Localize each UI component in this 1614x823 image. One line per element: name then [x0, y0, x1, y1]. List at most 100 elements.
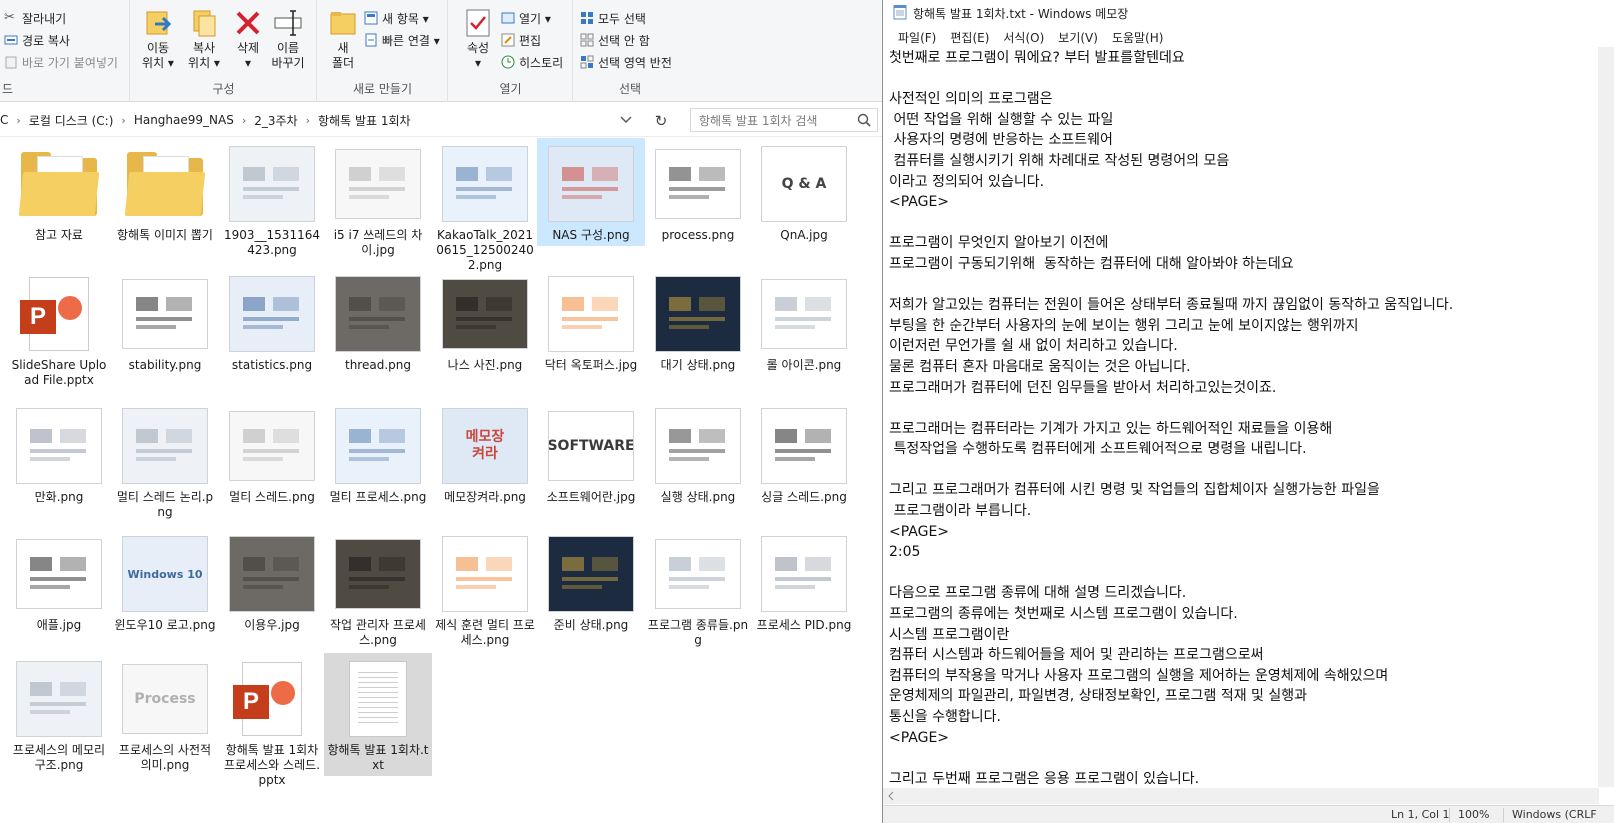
notepad-titlebar[interactable]: 항해톡 발표 1회차.txt - Windows 메모장 [883, 0, 1614, 26]
file-item[interactable]: 참고 자료 [5, 138, 113, 246]
properties-label: 속성 ▾ [466, 41, 490, 70]
select-all-button[interactable]: 모두 선택 [580, 8, 646, 28]
file-name: 멀티 스레드 논리.png [116, 490, 214, 519]
notepad-text-area[interactable]: 첫번째로 프로그램이 뭐에요? 부터 발표를할텐데요 사전적인 의미의 프로그램은… [889, 48, 1599, 788]
file-item[interactable]: process.png [644, 138, 752, 246]
text-line: 사용자의 명령에 반응하는 소프트웨어 [889, 132, 1113, 149]
file-item[interactable]: 이용우.jpg [218, 528, 326, 636]
image-thumbnail [652, 142, 744, 226]
thumbnail-text: Windows 10 [127, 567, 203, 581]
file-item[interactable]: SOFTWARE 소프트웨어란.jpg [537, 400, 645, 508]
file-item[interactable]: 프로세스의 메모리 구조.png [5, 653, 113, 776]
file-item[interactable]: 멀티 스레드.png [218, 400, 326, 508]
edit-button[interactable]: 편집 [501, 30, 541, 50]
file-name: 롤 아이콘.png [766, 358, 842, 372]
crumb-local-disk[interactable]: 로컬 디스크 (C:) [29, 112, 114, 129]
file-item[interactable]: 제식 훈련 멀티 프로세스.png [431, 528, 539, 651]
rename-label: 이름 바꾸기 [271, 41, 305, 70]
file-item[interactable]: 애플.jpg [5, 528, 113, 636]
refresh-icon[interactable]: ↻ [650, 110, 672, 132]
file-item[interactable]: 프로그램 종류들.png [644, 528, 752, 651]
history-button[interactable]: 히스토리 [501, 52, 563, 72]
copy-to-label: 복사 위치 ▾ [188, 41, 220, 70]
file-item[interactable]: P SlideShare Upload File.pptx [5, 268, 113, 391]
file-item[interactable]: 나스 사진.png [431, 268, 539, 376]
file-item[interactable]: 멀티 스레드 논리.png [111, 400, 219, 523]
notepad-window: 항해톡 발표 1회차.txt - Windows 메모장 파일(F) 편집(E)… [882, 0, 1614, 823]
crumb-week[interactable]: 2_3주차 [254, 112, 297, 129]
status-zoom: 100% [1449, 808, 1495, 822]
file-item[interactable]: stability.png [111, 268, 219, 376]
file-item[interactable]: P 항해톡 발표 1회차 프로세스와 스레드.pptx [218, 653, 326, 791]
cut-button[interactable]: ✂ 잘라내기 [4, 8, 66, 28]
file-item[interactable]: Q & A QnA.jpg [750, 138, 858, 246]
file-item[interactable]: 항해톡 이미지 뽑기 [111, 138, 219, 246]
open-button[interactable]: 열기 ▾ [501, 8, 551, 28]
text-line: 프로그래머는 컴퓨터라는 기계가 가지고 있는 하드웨어적인 재료들을 이용해 [889, 420, 1333, 437]
file-item[interactable]: 메모장 켜라 메모장켜라.png [431, 400, 539, 508]
file-item[interactable]: 준비 상태.png [537, 528, 645, 636]
vertical-scrollbar[interactable] [1598, 47, 1614, 787]
file-name: NAS 구성.png [552, 228, 630, 242]
crumb-hanghae-nas[interactable]: Hanghae99_NAS [134, 113, 234, 127]
crumb-current-folder[interactable]: 항해톡 발표 1회차 [318, 112, 411, 129]
address-history-chevron-icon[interactable] [620, 114, 632, 128]
rename-icon [273, 8, 303, 38]
image-thumbnail [439, 272, 531, 356]
file-item[interactable]: statistics.png [218, 268, 326, 376]
image-thumbnail [545, 142, 637, 226]
file-name: 참고 자료 [35, 228, 83, 242]
file-item[interactable]: 멀티 프로세스.png [324, 400, 432, 508]
menu-file[interactable]: 파일(F) [891, 27, 943, 47]
file-item[interactable]: thread.png [324, 268, 432, 376]
menu-format[interactable]: 서식(O) [996, 27, 1051, 47]
image-thumbnail [652, 532, 744, 616]
properties-button[interactable]: 속성 ▾ [453, 8, 503, 78]
select-none-button[interactable]: 선택 안 함 [580, 30, 650, 50]
file-item[interactable]: 대기 상태.png [644, 268, 752, 376]
image-thumbnail [652, 272, 744, 356]
file-item[interactable]: Windows 10 윈도우10 로고.png [111, 528, 219, 636]
text-file-icon [332, 657, 424, 741]
copy-path-label: 경로 복사 [22, 33, 70, 48]
copy-to-button[interactable]: 복사 위치 ▾ [179, 8, 229, 78]
file-item[interactable]: 롤 아이콘.png [750, 268, 858, 376]
horizontal-scrollbar[interactable] [883, 788, 1599, 804]
chevron-right-icon: › [16, 113, 21, 127]
file-item[interactable]: 닥터 옥토퍼스.jpg [537, 268, 645, 376]
breadcrumb[interactable]: C › 로컬 디스크 (C:) › Hanghae99_NAS › 2_3주차 › 항해… [0, 108, 640, 132]
rename-button[interactable]: 이름 바꾸기 [263, 8, 313, 78]
new-item-button[interactable]: 새 항목 ▾ [364, 8, 429, 28]
menu-view[interactable]: 보기(V) [1051, 27, 1105, 47]
crumb-pc[interactable]: C [0, 113, 8, 127]
file-item[interactable]: 싱글 스레드.png [750, 400, 858, 508]
file-item[interactable]: 실행 상태.png [644, 400, 752, 508]
file-item[interactable]: 항해톡 발표 1회차.txt [324, 653, 432, 776]
file-item[interactable]: 1903__1531164423.png [218, 138, 326, 261]
new-folder-button[interactable]: 새 폴더 [318, 8, 368, 78]
image-thumbnail [332, 532, 424, 616]
move-to-button[interactable]: 이동 위치 ▾ [133, 8, 183, 78]
file-item[interactable]: 만화.png [5, 400, 113, 508]
menu-help[interactable]: 도움말(H) [1105, 27, 1171, 47]
scroll-left-icon[interactable] [883, 788, 899, 804]
history-icon [501, 55, 515, 69]
file-item[interactable]: 작업 관리자 프로세스.png [324, 528, 432, 651]
file-item[interactable]: Process 프로세스의 사전적 의미.png [111, 653, 219, 776]
invert-selection-button[interactable]: 선택 영역 반전 [580, 52, 672, 72]
text-line: 그리고 두번째 프로그램은 응용 프로그램이 있습니다. [889, 770, 1200, 787]
clipboard-group-label: 드 [2, 82, 14, 96]
file-item[interactable]: i5 i7 쓰레드의 차이.jpg [324, 138, 432, 261]
file-item[interactable]: 프로세스 PID.png [750, 528, 858, 636]
search-input[interactable]: 항해톡 발표 1회차 검색 [690, 108, 878, 132]
file-item[interactable]: KakaoTalk_20210615_125002402.png [431, 138, 539, 276]
select-none-icon [580, 33, 594, 47]
copy-path-button[interactable]: 경로 복사 [4, 30, 70, 50]
search-icon [857, 113, 871, 130]
paste-shortcut-button[interactable]: 바로 가기 붙여넣기 [4, 52, 118, 72]
easy-access-button[interactable]: 빠른 연결 ▾ [364, 30, 440, 50]
menu-edit[interactable]: 편집(E) [943, 27, 996, 47]
image-thumbnail [758, 404, 850, 488]
image-thumbnail [545, 272, 637, 356]
file-item[interactable]: NAS 구성.png [537, 138, 645, 246]
